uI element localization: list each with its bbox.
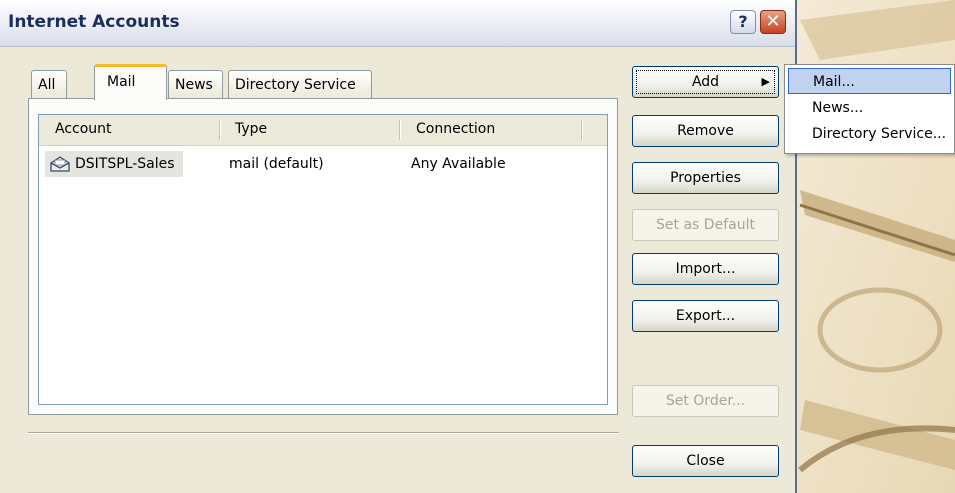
tab-all[interactable]: All — [31, 70, 67, 98]
import-button[interactable]: Import... — [632, 253, 779, 285]
column-divider[interactable] — [219, 120, 221, 140]
account-connection-cell: Any Available — [411, 156, 506, 172]
tab-news[interactable]: News — [168, 70, 223, 98]
add-button-label: Add — [691, 74, 720, 90]
mail-account-icon — [50, 156, 70, 172]
title-bar[interactable]: Internet Accounts ? ✕ — [0, 0, 795, 47]
account-name-cell: DSITSPL-Sales — [45, 151, 183, 177]
triangle-right-icon: ▶ — [761, 75, 770, 88]
list-header: Account Type Connection — [39, 115, 607, 146]
column-header-account[interactable]: Account — [55, 121, 112, 137]
menu-item-news[interactable]: News... — [788, 95, 951, 121]
remove-button[interactable]: Remove — [632, 115, 779, 147]
mail-tab-panel: Account Type Connection DSITSPL-Sales ma… — [28, 98, 618, 415]
divider — [28, 432, 619, 434]
window-close-button[interactable]: ✕ — [760, 10, 786, 34]
account-type-cell: mail (default) — [229, 156, 324, 172]
add-button[interactable]: Add ▶ — [632, 66, 779, 98]
export-button[interactable]: Export... — [632, 300, 779, 332]
close-button[interactable]: Close — [632, 445, 779, 477]
tab-directory-service[interactable]: Directory Service — [228, 70, 372, 98]
tab-mail[interactable]: Mail — [94, 64, 167, 100]
column-header-type[interactable]: Type — [235, 121, 267, 137]
set-as-default-button[interactable]: Set as Default — [632, 209, 779, 241]
account-name: DSITSPL-Sales — [75, 156, 175, 172]
add-popup-menu: Mail... News... Directory Service... — [784, 64, 955, 154]
window-title: Internet Accounts — [8, 12, 180, 32]
column-divider[interactable] — [581, 120, 583, 140]
column-header-connection[interactable]: Connection — [416, 121, 495, 137]
menu-item-directory-service[interactable]: Directory Service... — [788, 121, 951, 147]
table-row[interactable]: DSITSPL-Sales mail (default) Any Availab… — [43, 151, 603, 177]
menu-item-mail[interactable]: Mail... — [788, 68, 951, 94]
set-order-button[interactable]: Set Order... — [632, 385, 779, 417]
close-icon: ✕ — [765, 11, 781, 32]
internet-accounts-dialog: Internet Accounts ? ✕ All Mail News Dire… — [0, 0, 797, 493]
help-button[interactable]: ? — [730, 10, 756, 34]
accounts-list[interactable]: Account Type Connection DSITSPL-Sales ma… — [38, 114, 608, 405]
column-divider[interactable] — [399, 120, 401, 140]
properties-button[interactable]: Properties — [632, 162, 779, 194]
question-mark-icon: ? — [738, 12, 748, 31]
